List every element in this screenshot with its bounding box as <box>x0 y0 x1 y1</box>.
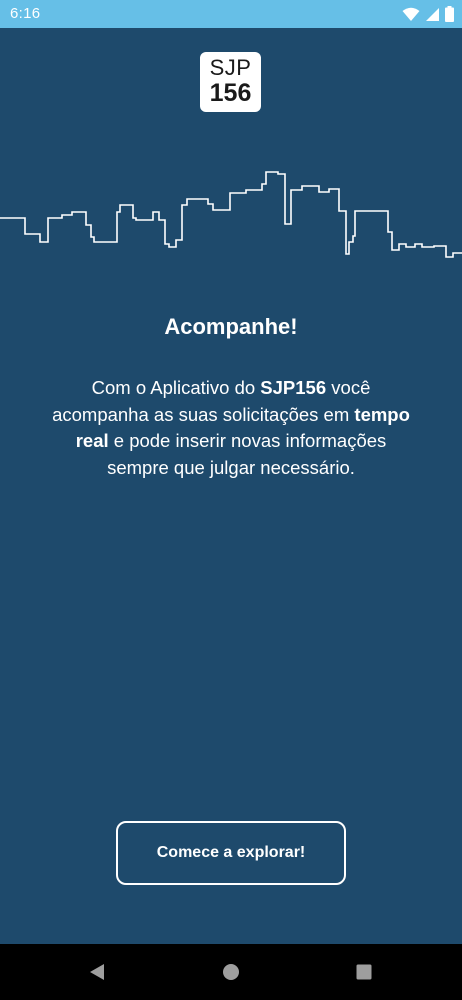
logo-line-2: 156 <box>209 79 252 107</box>
status-icons <box>402 6 454 27</box>
recents-icon[interactable] <box>353 962 375 982</box>
description-app-name: SJP156 <box>260 377 327 398</box>
description-text-1: Com o Aplicativo do <box>91 377 261 398</box>
onboarding-title: Acompanhe! <box>164 314 298 339</box>
start-exploring-button[interactable]: Comece a explorar! <box>116 821 346 885</box>
logo-line-1: SJP <box>209 55 252 80</box>
status-bar: 6:16 <box>0 0 462 28</box>
android-nav-bar <box>0 944 462 1000</box>
city-skyline-illustration <box>0 171 462 258</box>
back-icon[interactable] <box>86 962 108 982</box>
onboarding-description: Com o Aplicativo do SJP156 você acompanh… <box>50 375 412 481</box>
status-time: 6:16 <box>10 5 41 22</box>
home-icon[interactable] <box>220 962 242 982</box>
battery-icon <box>445 6 454 27</box>
sjp156-logo: SJP 156 <box>200 52 261 112</box>
signal-icon <box>425 7 440 27</box>
description-text-3: e pode inserir novas informações sempre … <box>107 430 387 478</box>
onboarding-screen: 6:16 SJP 156 Acompanhe! Com o Aplicativo… <box>0 0 462 1000</box>
wifi-icon <box>402 7 420 27</box>
